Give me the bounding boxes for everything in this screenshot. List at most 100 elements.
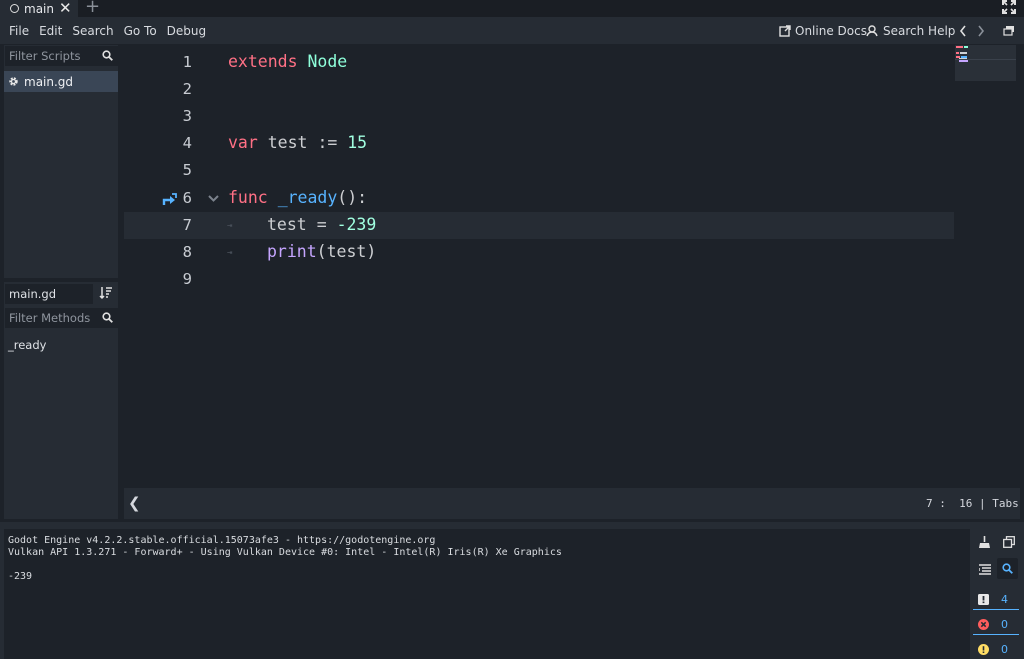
clear-output-button[interactable] — [974, 531, 995, 552]
history-forward-button[interactable] — [977, 17, 985, 44]
filter-methods-placeholder: Filter Methods — [9, 311, 91, 325]
code-line-6: func _ready(): — [228, 188, 367, 207]
script-item-label: main.gd — [24, 74, 74, 89]
number-token: -239 — [336, 215, 377, 234]
editor-status-bar: ❮ 7 : 16 | Tabs — [124, 488, 1020, 519]
methods-list — [4, 332, 118, 519]
operator-token: = — [316, 215, 327, 234]
history-back-button[interactable] — [959, 17, 967, 44]
tab-indent-icon: ⇥ — [227, 248, 233, 258]
punctuation-token: (test) — [316, 242, 377, 261]
copy-output-button[interactable] — [998, 531, 1019, 552]
float-window-button[interactable] — [1003, 17, 1015, 44]
function-token: _ready — [277, 188, 338, 207]
code-editor[interactable] — [124, 45, 1020, 487]
search-help-label: Search Help — [883, 23, 956, 38]
gear-icon — [9, 77, 18, 86]
keyword-token: func — [228, 188, 268, 207]
line-number: 7 — [182, 216, 192, 234]
menu-go-to[interactable]: Go To — [119, 24, 162, 38]
chevron-left-icon — [959, 25, 966, 36]
punctuation-token: (): — [337, 188, 368, 207]
menu-file[interactable]: File — [4, 24, 34, 38]
sort-icon[interactable] — [99, 286, 113, 300]
error-icon — [978, 618, 989, 630]
filter-methods-input[interactable]: Filter Methods — [5, 308, 118, 328]
code-line-4: var test := 15 — [228, 133, 367, 152]
builtin-function-token: print — [267, 242, 317, 261]
code-line-8: print(test) — [267, 242, 376, 261]
output-log[interactable]: Godot Engine v4.2.2.stable.official.1507… — [4, 529, 970, 659]
tab-indent-icon: ⇥ — [227, 221, 233, 231]
external-link-icon — [779, 24, 791, 37]
search-icon — [1002, 563, 1013, 574]
keyword-token: extends — [228, 52, 298, 71]
scene-tab-main[interactable]: main ✕ — [0, 0, 78, 17]
line-number: 3 — [182, 107, 192, 125]
copy-icon — [1002, 535, 1015, 548]
operator-token: := — [317, 133, 338, 152]
close-icon[interactable]: ✕ — [59, 0, 72, 17]
search-icon — [102, 50, 113, 61]
identifier-token: test — [267, 215, 307, 234]
output-line: Vulkan API 1.3.271 - Forward+ - Using Vu… — [8, 547, 562, 558]
scene-tab-bar: main ✕ + — [0, 0, 1024, 17]
search-icon — [102, 312, 113, 323]
cursor-position: 7 : 16 | Tabs — [926, 497, 1019, 510]
search-help-button[interactable]: Search Help — [866, 17, 955, 44]
cursor-separator: : — [939, 497, 946, 510]
chevron-down-icon[interactable] — [207, 194, 220, 203]
menu-debug[interactable]: Debug — [162, 24, 211, 38]
menu-edit[interactable]: Edit — [34, 24, 67, 38]
filter-scripts-placeholder: Filter Scripts — [9, 49, 81, 63]
cursor-line: 7 — [926, 497, 933, 510]
online-docs-label: Online Docs — [795, 23, 867, 38]
current-line-highlight — [124, 212, 954, 239]
number-token: 15 — [347, 133, 368, 152]
menu-search[interactable]: Search — [67, 24, 118, 38]
toggle-scripts-panel-icon[interactable]: ❮ — [128, 494, 141, 512]
list-icon — [978, 564, 991, 575]
online-docs-button[interactable]: Online Docs — [779, 17, 867, 44]
filter-output-button[interactable] — [997, 558, 1018, 579]
code-minimap[interactable] — [955, 45, 1016, 81]
output-line: -239 — [8, 571, 33, 582]
toggle-messages-button[interactable]: 4 — [973, 589, 1019, 610]
code-line-1: extends Node — [228, 52, 347, 71]
identifier-token: test — [267, 133, 308, 152]
line-number: 8 — [182, 243, 192, 261]
filter-scripts-input[interactable]: Filter Scripts — [5, 46, 118, 66]
indent-mode[interactable]: Tabs — [992, 497, 1019, 510]
method-override-icon[interactable] — [162, 192, 178, 206]
toggle-errors-button[interactable]: 0 — [973, 614, 1019, 635]
script-list-item[interactable]: main.gd — [4, 71, 118, 92]
window-icon — [1003, 26, 1014, 36]
keyword-token: var — [228, 133, 258, 152]
line-number: 9 — [182, 270, 192, 288]
line-number: 2 — [182, 80, 192, 98]
help-search-icon — [866, 24, 878, 36]
error-count: 0 — [1001, 617, 1008, 631]
current-script-label: main.gd — [9, 287, 56, 301]
distraction-free-icon[interactable] — [1002, 0, 1019, 15]
add-scene-button[interactable]: + — [85, 0, 100, 17]
collapse-duplicates-button[interactable] — [974, 559, 995, 580]
method-list-item[interactable]: _ready — [8, 338, 46, 352]
class-token: Node — [307, 52, 348, 71]
status-divider: | — [979, 497, 986, 510]
code-line-7: test = -239 — [267, 215, 376, 234]
current-script-name: main.gd — [5, 284, 93, 304]
cursor-column: 16 — [959, 497, 973, 510]
node-icon — [10, 4, 19, 13]
scene-tab-label: main — [24, 1, 54, 16]
chevron-right-icon — [978, 25, 985, 36]
line-number: 1 — [182, 53, 192, 71]
line-number: 5 — [182, 161, 192, 179]
broom-icon — [979, 535, 990, 548]
toggle-warnings-button[interactable]: 0 — [973, 639, 1019, 659]
script-menu-bar: File Edit Search Go To Debug Online Docs… — [0, 17, 1024, 44]
warning-count: 0 — [1001, 642, 1008, 656]
message-icon — [978, 593, 989, 605]
line-number: 4 — [182, 134, 192, 152]
